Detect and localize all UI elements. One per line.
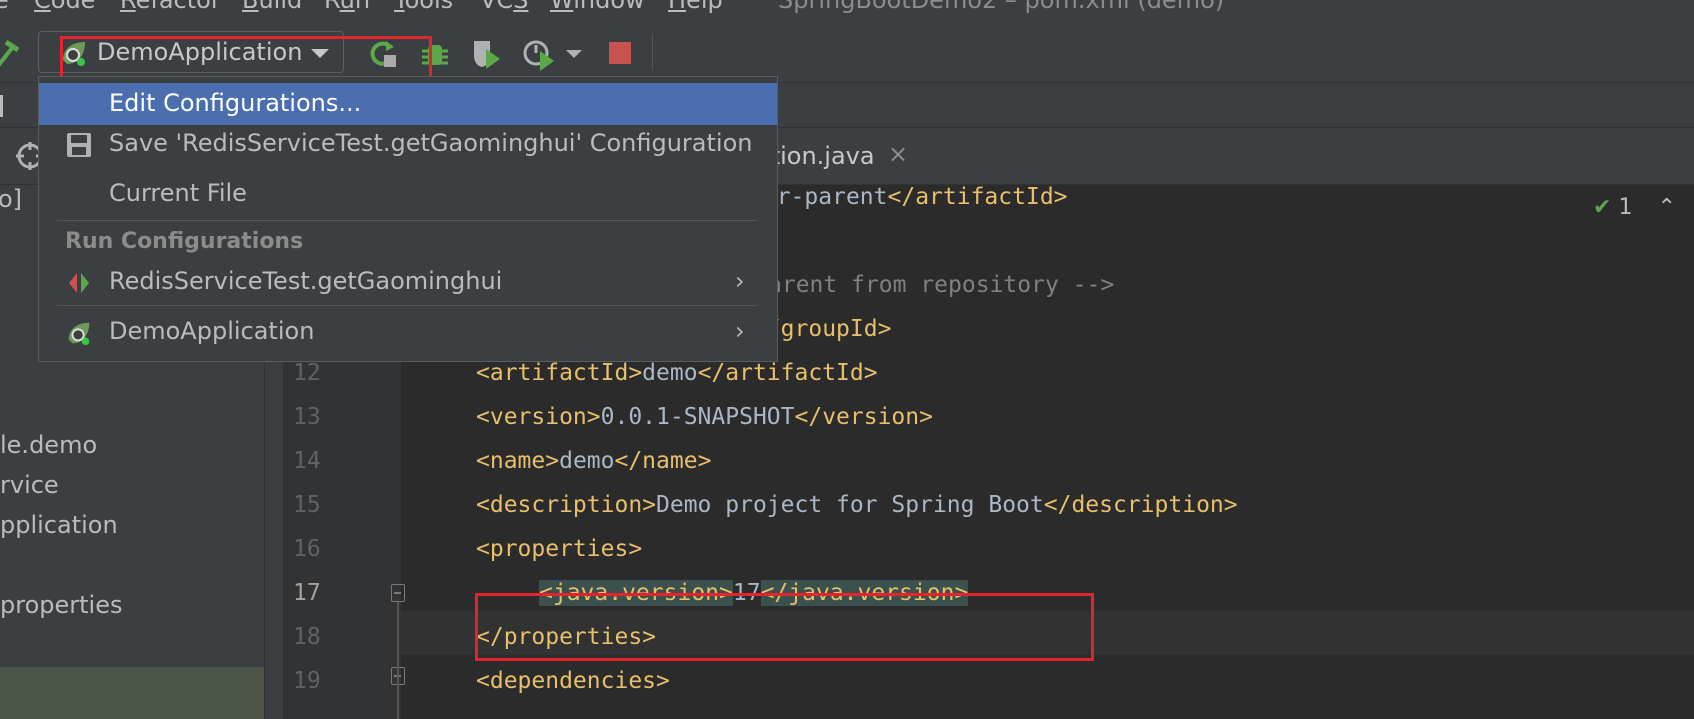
run-config-label: RedisServiceTest.getGaominghui bbox=[109, 267, 503, 295]
menu-item-run[interactable]: Run bbox=[324, 0, 370, 14]
run-config-item-redis-test[interactable]: RedisServiceTest.getGaominghui › bbox=[39, 261, 777, 303]
spring-boot-icon bbox=[68, 322, 90, 346]
xml-tag: <description> bbox=[476, 492, 657, 518]
code-text: demo bbox=[642, 360, 698, 386]
inspection-count: 1 bbox=[1618, 195, 1633, 220]
code-line[interactable]: <properties> bbox=[476, 536, 642, 562]
edit-configurations-item[interactable]: Edit Configurations... bbox=[39, 83, 777, 125]
run-configurations-group-label: Run Configurations bbox=[65, 229, 304, 254]
run-config-label: DemoApplication bbox=[109, 317, 315, 345]
xml-tag: <properties> bbox=[476, 536, 643, 562]
tree-item[interactable]: pplication bbox=[0, 511, 118, 539]
menu-item-code[interactable]: Code bbox=[34, 0, 95, 14]
stop-icon[interactable] bbox=[609, 42, 631, 64]
xml-tag: <dependencies> bbox=[476, 668, 670, 694]
tree-item[interactable]: o] bbox=[0, 185, 22, 213]
popup-separator bbox=[57, 305, 757, 306]
code-text: 0.0.1-SNAPSHOT bbox=[600, 404, 795, 430]
line-number: 13 bbox=[293, 404, 321, 430]
code-line[interactable]: <description>Demo project for Spring Boo… bbox=[476, 492, 1238, 518]
current-file-label: Current File bbox=[109, 179, 247, 207]
tree-item[interactable]: rvice bbox=[0, 471, 59, 499]
line-number: 17 bbox=[293, 580, 321, 606]
annotation-box-java-version bbox=[475, 593, 1094, 661]
inspection-widget[interactable]: ✔ 1 ⌃ bbox=[1593, 195, 1676, 220]
chevron-up-icon[interactable]: ⌃ bbox=[1657, 195, 1675, 220]
run-with-coverage-icon[interactable] bbox=[468, 37, 502, 71]
menu-item-tools[interactable]: Tools bbox=[394, 0, 453, 14]
line-number: 19 bbox=[293, 668, 321, 694]
menu-item-help[interactable]: Help bbox=[668, 0, 723, 14]
window-title: SpringBootDemo2 – pom.xml (demo) bbox=[778, 0, 1225, 14]
xml-tag: <version> bbox=[476, 404, 601, 430]
xml-tag: </artifactId> bbox=[887, 184, 1068, 210]
menu-item-refactor[interactable]: Refactor bbox=[120, 0, 221, 14]
popup-separator bbox=[57, 220, 757, 221]
chevron-right-icon: › bbox=[735, 267, 745, 295]
code-line[interactable]: <dependencies> bbox=[476, 668, 670, 694]
hammer-icon[interactable] bbox=[0, 40, 20, 68]
junit-test-icon bbox=[69, 273, 89, 293]
menu-item-window[interactable]: Window bbox=[550, 0, 645, 14]
menu-item-file[interactable]: e bbox=[0, 0, 9, 14]
line-number: 14 bbox=[293, 448, 321, 474]
xml-tag: </version> bbox=[794, 404, 933, 430]
menu-bar: e Code Refactor Build Run Tools VCS Wind… bbox=[0, 0, 1694, 22]
fold-marker-icon[interactable] bbox=[391, 584, 405, 602]
line-number: 16 bbox=[293, 536, 321, 562]
xml-tag: </artifactId> bbox=[697, 360, 878, 386]
xml-tag: <name> bbox=[476, 448, 560, 474]
save-floppy-icon bbox=[67, 133, 91, 157]
run-configuration-popup: Edit Configurations... Save 'RedisServic… bbox=[38, 76, 778, 362]
line-number: 15 bbox=[293, 492, 321, 518]
toolbar-separator bbox=[652, 34, 653, 70]
line-number: 18 bbox=[293, 624, 321, 650]
code-line[interactable]: <artifactId>demo</artifactId> bbox=[476, 360, 878, 386]
line-number: 12 bbox=[293, 360, 321, 386]
code-text: demo bbox=[559, 448, 615, 474]
profiler-icon[interactable] bbox=[522, 37, 556, 71]
save-configuration-label: Save 'RedisServiceTest.getGaominghui' Co… bbox=[109, 129, 753, 157]
check-icon: ✔ bbox=[1593, 195, 1612, 220]
navbar-fragment bbox=[0, 95, 3, 117]
menu-item-build[interactable]: Build bbox=[242, 0, 302, 14]
code-line[interactable]: <version>0.0.1-SNAPSHOT</version> bbox=[476, 404, 933, 430]
xml-tag: </name> bbox=[614, 448, 712, 474]
menu-item-vcs[interactable]: VCS bbox=[480, 0, 528, 14]
close-icon[interactable]: × bbox=[888, 140, 908, 168]
edit-configurations-label: Edit Configurations... bbox=[109, 89, 362, 117]
run-config-item-demo-application[interactable]: DemoApplication › bbox=[39, 311, 777, 353]
chevron-right-icon: › bbox=[735, 317, 745, 345]
chevron-down-icon[interactable] bbox=[566, 50, 582, 58]
code-text: Demo project for Spring Boot bbox=[656, 492, 1044, 518]
code-line[interactable]: <name>demo</name> bbox=[476, 448, 711, 474]
tree-item[interactable]: le.demo bbox=[0, 431, 97, 459]
fold-guide bbox=[397, 602, 399, 719]
selected-tree-row[interactable] bbox=[0, 667, 264, 719]
current-file-item[interactable]: Current File bbox=[39, 173, 777, 215]
xml-tag: </description> bbox=[1043, 492, 1238, 518]
tree-item[interactable]: properties bbox=[0, 591, 122, 619]
xml-tag: <artifactId> bbox=[476, 360, 643, 386]
save-configuration-item[interactable]: Save 'RedisServiceTest.getGaominghui' Co… bbox=[39, 123, 777, 165]
